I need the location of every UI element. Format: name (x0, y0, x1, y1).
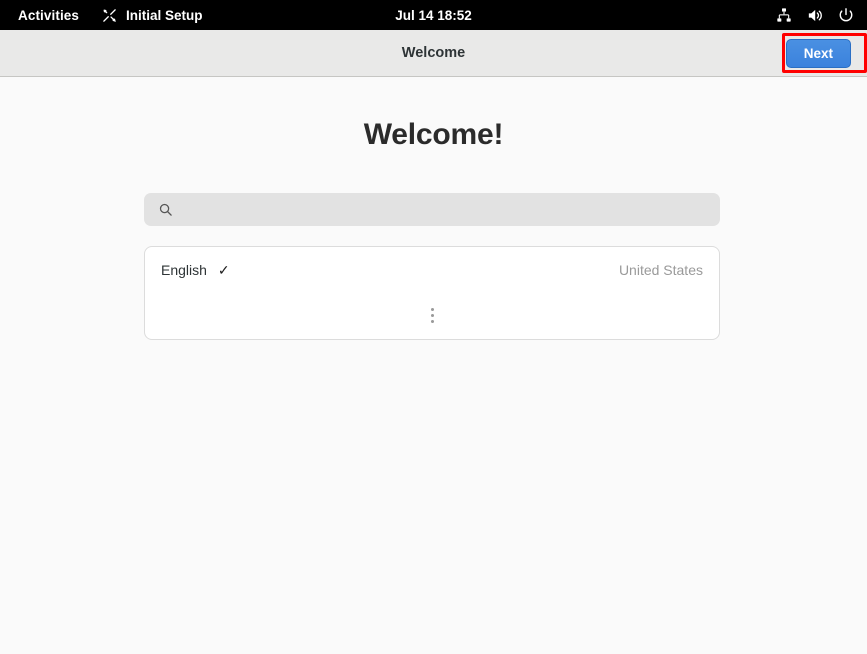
more-languages-button[interactable] (145, 292, 719, 339)
search-icon (157, 201, 174, 218)
activities-button[interactable]: Activities (18, 8, 79, 23)
app-menu-label: Initial Setup (126, 7, 203, 23)
window-header-bar: Welcome Next (0, 30, 867, 77)
page-title: Welcome (401, 45, 466, 61)
welcome-content-area: Welcome! English ✓ United States (0, 77, 867, 654)
language-region: United States (618, 261, 703, 278)
top-bar-left-group: Activities Initial Setup (0, 0, 203, 30)
welcome-heading: Welcome! (363, 118, 504, 151)
next-button[interactable]: Next (785, 39, 851, 68)
search-input[interactable] (183, 196, 720, 223)
power-icon (837, 7, 854, 24)
language-name: English (161, 261, 207, 278)
language-search-container (144, 193, 720, 226)
tools-icon (101, 7, 118, 24)
more-options-dots-icon (430, 308, 434, 323)
list-item[interactable]: English ✓ United States (145, 247, 719, 292)
gnome-top-bar: Activities Initial Setup Jul 14 18:52 (0, 0, 867, 30)
volume-speaker-icon (806, 7, 823, 24)
check-icon: ✓ (217, 261, 230, 278)
system-status-area[interactable] (775, 0, 854, 30)
app-menu-button[interactable]: Initial Setup (101, 7, 203, 24)
search-field[interactable] (144, 193, 720, 226)
network-wired-icon (775, 7, 792, 24)
language-list: English ✓ United States (144, 246, 720, 340)
